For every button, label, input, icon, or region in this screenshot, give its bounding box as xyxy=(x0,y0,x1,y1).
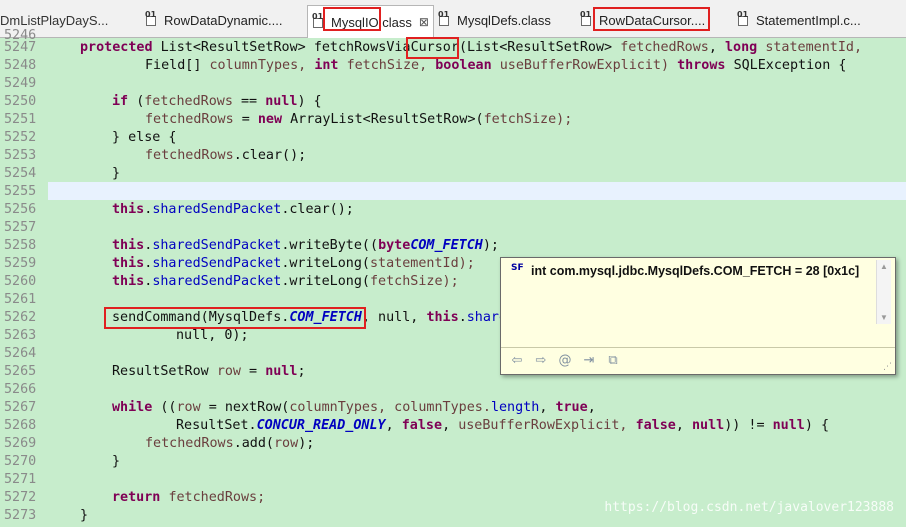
line-number: 5264 xyxy=(4,346,37,361)
line-number: 5270 xyxy=(4,454,37,469)
scroll-up-icon[interactable]: ▲ xyxy=(880,262,888,271)
resize-grip-icon[interactable]: ⋰ xyxy=(883,362,892,372)
code-line: 5253 fetchedRows.clear(); xyxy=(4,148,307,163)
code-line: 5256 this.sharedSendPacket.clear(); xyxy=(4,202,354,217)
tab-label: StatementImpl.c... xyxy=(756,12,861,28)
forward-icon[interactable]: ⇨ xyxy=(533,353,549,369)
line-number: 5273 xyxy=(4,508,37,523)
back-icon[interactable]: ⇦ xyxy=(509,353,525,369)
line-number: 5272 xyxy=(4,490,37,505)
code-line: 5251 fetchedRows = new ArrayList<ResultSe… xyxy=(4,112,573,127)
code-line: 5247 protected List<ResultSetRow> fetchRo… xyxy=(4,40,863,55)
line-number: 5269 xyxy=(4,436,37,451)
code-line: 5267 while ((row = nextRow(columnTypes, c… xyxy=(4,400,596,415)
watermark: https://blog.csdn.net/javalover123888 xyxy=(604,500,894,515)
line-number: 5260 xyxy=(4,274,37,289)
static-final-field-icon: SF xyxy=(511,263,524,273)
scroll-down-icon[interactable]: ▼ xyxy=(880,313,888,322)
line-number: 5262 xyxy=(4,310,37,325)
line-number: 5268 xyxy=(4,418,37,433)
line-number: 5253 xyxy=(4,148,37,163)
popup-scrollbar[interactable]: ▲ ▼ xyxy=(876,260,891,324)
class-file-icon: 01 xyxy=(737,10,751,27)
line-number: 5266 xyxy=(4,382,37,397)
line-number: 5263 xyxy=(4,328,37,343)
line-number: 5251 xyxy=(4,112,37,127)
code-line: 5248 Field[] columnTypes, int fetchSize, … xyxy=(4,58,847,73)
tab-label: RowDataDynamic.... xyxy=(164,12,283,28)
open-external-icon[interactable]: ⧉ xyxy=(605,353,621,369)
code-line: 5250 if (fetchedRows == null) { xyxy=(4,94,322,109)
line-number: 5265 xyxy=(4,364,37,379)
open-declaration-icon[interactable]: ⇥ xyxy=(581,353,597,369)
popup-toolbar: ⇦ ⇨ @ ⇥ ⧉ ⋰ xyxy=(501,347,895,374)
line-number: 5271 xyxy=(4,472,37,487)
javadoc-hover-popup: SF int com.mysql.jdbc.MysqlDefs.COM_FETC… xyxy=(500,257,896,375)
code-line: 5252} else { xyxy=(4,130,177,145)
line-number: 5252 xyxy=(4,130,37,145)
code-line: 5268 ResultSet.CONCUR_READ_ONLY, false, u… xyxy=(4,418,830,433)
line-number: 5257 xyxy=(4,220,37,235)
line-number: 5258 xyxy=(4,238,37,253)
popup-message: int com.mysql.jdbc.MysqlDefs.COM_FETCH =… xyxy=(531,264,860,278)
class-file-icon: 01 xyxy=(580,10,594,27)
code-line: 5270} xyxy=(4,454,121,469)
tab-label: DmListPlayDayS... xyxy=(0,12,109,28)
line-number: 5261 xyxy=(4,292,37,307)
line-number: 5250 xyxy=(4,94,37,109)
code-line: 5254} xyxy=(4,166,121,181)
class-file-icon: 01 xyxy=(438,10,452,27)
line-number: 5254 xyxy=(4,166,37,181)
line-number: 5249 xyxy=(4,76,37,91)
line-number: 5256 xyxy=(4,202,37,217)
at-icon[interactable]: @ xyxy=(557,353,573,369)
line-number: 5259 xyxy=(4,256,37,271)
line-number: 5267 xyxy=(4,400,37,415)
code-line: 5269 fetchedRows.add(row); xyxy=(4,436,315,451)
code-line: 5258 this.sharedSendPacket.writeByte((byt… xyxy=(4,238,499,253)
class-file-icon: 01 xyxy=(145,10,159,27)
line-number: 5247 xyxy=(4,40,37,55)
tab-label: MysqlDefs.class xyxy=(457,12,551,28)
line-number: 5255 xyxy=(4,184,37,199)
line-number: 5248 xyxy=(4,58,37,73)
tab-label: RowDataCursor.... xyxy=(599,12,706,28)
